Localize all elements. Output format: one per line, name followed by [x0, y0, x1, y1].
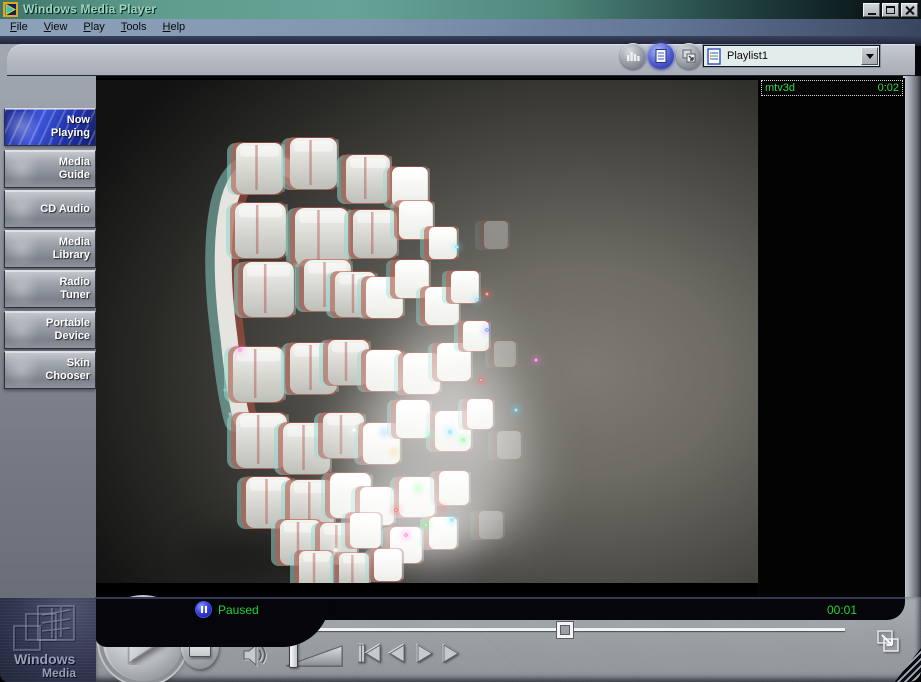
playlist-selector[interactable]: Playlist1: [703, 45, 880, 67]
window-controls: [861, 3, 918, 17]
sidebar-item-media-library[interactable]: Media Library: [4, 230, 96, 268]
document-icon: [655, 49, 667, 63]
wmp-window: Windows Media Player File View Play Tool…: [0, 0, 921, 682]
compact-mode-button[interactable]: [872, 626, 904, 658]
window-title: Windows Media Player: [23, 2, 156, 16]
sidebar-item-media-guide[interactable]: Media Guide: [4, 150, 96, 188]
fast-forward-button[interactable]: [418, 645, 432, 662]
view-switch-button[interactable]: [676, 43, 702, 69]
playback-state: Paused: [218, 603, 259, 617]
playlist-item-duration: 0:02: [878, 82, 899, 94]
menu-help[interactable]: Help: [155, 20, 194, 35]
elapsed-time: 00:01: [827, 603, 857, 617]
chevron-down-icon: [866, 54, 874, 59]
menu-play[interactable]: Play: [75, 20, 112, 35]
playlist-selector-arrow-button[interactable]: [861, 47, 878, 65]
logo-text-windows: Windows: [14, 651, 76, 667]
minimize-icon: [868, 13, 876, 15]
logo-text-media: Media: [42, 666, 76, 680]
windows-stack-icon: [682, 49, 697, 63]
sidebar-item-portable-device[interactable]: Portable Device: [4, 311, 96, 349]
frame-right-edge: [903, 76, 921, 606]
maximize-icon: [886, 6, 895, 14]
playlist-toggle-button[interactable]: [648, 43, 674, 69]
menu-tools[interactable]: Tools: [113, 20, 155, 35]
playlist-selector-value: Playlist1: [722, 50, 861, 62]
app-icon[interactable]: [3, 2, 18, 17]
playlist-file-icon: [707, 48, 722, 65]
sidebar-item-radio-tuner[interactable]: Radio Tuner: [4, 270, 96, 308]
rewind-button[interactable]: [390, 645, 404, 662]
sidebar-item-cd-audio[interactable]: CD Audio: [4, 190, 96, 228]
maximize-button[interactable]: [882, 3, 899, 17]
speaker-icon: [244, 645, 256, 665]
sidebar-item-skin-chooser[interactable]: Skin Chooser: [4, 351, 96, 389]
seek-bar[interactable]: [243, 628, 845, 631]
menu-file[interactable]: File: [2, 20, 36, 35]
menu-view[interactable]: View: [36, 20, 76, 35]
close-icon: [905, 6, 914, 15]
video-frame-anaglyph-cubes: [96, 80, 758, 583]
minimize-button[interactable]: [863, 3, 880, 17]
windows-media-logo: Windows Media: [0, 598, 96, 682]
seek-handle[interactable]: [557, 622, 573, 638]
bar-chart-icon: [626, 50, 640, 62]
close-button[interactable]: [901, 3, 918, 17]
menubar: File View Play Tools Help: [0, 19, 921, 36]
status-bar: Paused 00:01: [95, 597, 905, 620]
playlist-item[interactable]: mtv3d 0:02: [761, 80, 903, 96]
transport-controls: [358, 642, 474, 666]
playlist-panel: mtv3d 0:02: [759, 78, 905, 597]
equalizer-toggle-button[interactable]: [620, 43, 646, 69]
playlist-item-title: mtv3d: [765, 82, 795, 94]
titlebar[interactable]: Windows Media Player: [0, 0, 921, 19]
previous-button[interactable]: [361, 645, 380, 662]
pause-status-icon: [196, 602, 211, 617]
sidebar-item-now-playing[interactable]: Now Playing: [4, 108, 96, 146]
video-display: [96, 78, 758, 597]
windows-media-logo-panel: Windows Media: [0, 598, 96, 682]
